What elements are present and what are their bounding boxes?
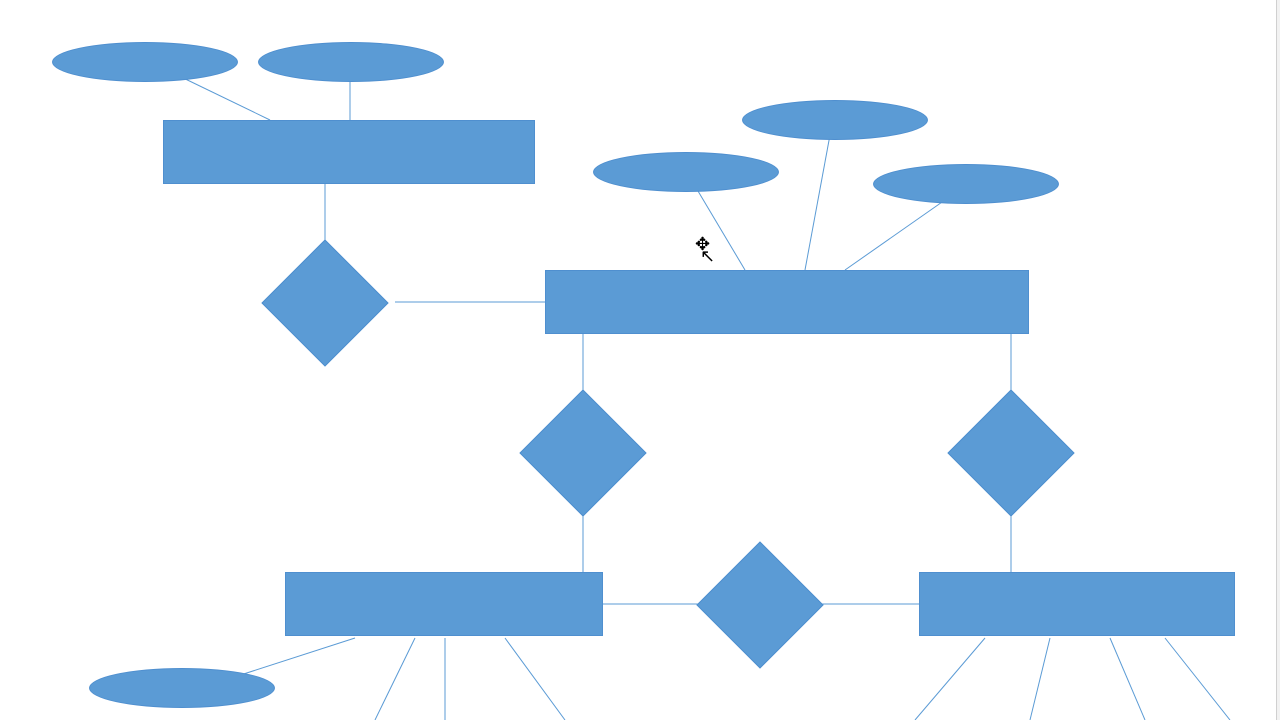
attr-hid[interactable] bbox=[52, 42, 238, 82]
row-headers bbox=[0, 0, 45, 720]
attr-wname[interactable] bbox=[742, 100, 928, 140]
attr-pid[interactable] bbox=[89, 668, 275, 708]
rel-has-ward-doctor[interactable] bbox=[966, 408, 1056, 498]
rel-admits[interactable] bbox=[538, 408, 628, 498]
rel-admits-label bbox=[502, 408, 664, 498]
rel-has2-label bbox=[930, 408, 1092, 498]
rel-has1-label bbox=[244, 258, 406, 348]
diagram-canvas: ✥ ↖ bbox=[45, 0, 1280, 720]
attr-capacity[interactable] bbox=[873, 164, 1059, 204]
move-cursor-icon: ✥ ↖ bbox=[695, 238, 715, 262]
rel-has-hospital-ward[interactable] bbox=[280, 258, 370, 348]
attr-wid[interactable] bbox=[593, 152, 779, 192]
attr-name[interactable] bbox=[258, 42, 444, 82]
rel-treat[interactable] bbox=[715, 560, 805, 650]
entity-doctor[interactable] bbox=[919, 572, 1235, 636]
rel-treat-label bbox=[679, 560, 841, 650]
entity-ward[interactable] bbox=[545, 270, 1029, 334]
entity-patient[interactable] bbox=[285, 572, 603, 636]
entity-hospital[interactable] bbox=[163, 120, 535, 184]
right-edge bbox=[1276, 0, 1280, 720]
